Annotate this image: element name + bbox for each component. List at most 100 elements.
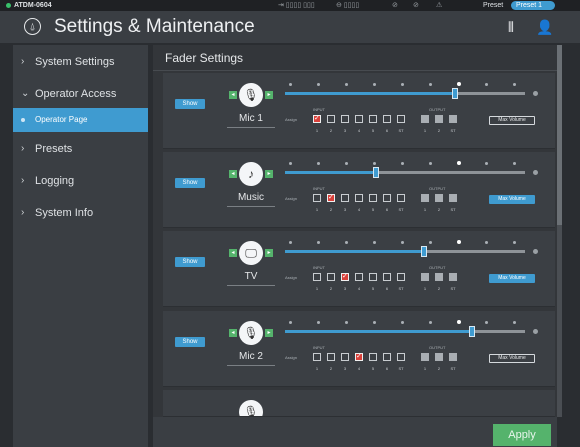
- prev-icon-arrow[interactable]: ◂: [229, 329, 237, 337]
- input-label: INPUT: [313, 186, 325, 191]
- input-assign-checkbox[interactable]: [369, 115, 377, 123]
- fader-track[interactable]: [285, 326, 525, 337]
- scale-dot: [317, 241, 320, 244]
- scale-dot: [373, 241, 376, 244]
- chevron-down-icon: ⌄: [21, 88, 30, 99]
- input-assign-checkbox[interactable]: [341, 115, 349, 123]
- next-icon-arrow[interactable]: ▸: [265, 170, 273, 178]
- input-number: 4: [357, 366, 361, 371]
- assign-label: Assign: [285, 275, 298, 280]
- fader-knob[interactable]: [452, 88, 458, 99]
- input-assign-checkbox[interactable]: [313, 273, 321, 281]
- fader-knob[interactable]: [373, 167, 379, 178]
- output-number: ST: [450, 207, 456, 212]
- input-number: 2: [329, 207, 333, 212]
- prev-icon-arrow[interactable]: ◂: [229, 91, 237, 99]
- scrollbar[interactable]: [557, 45, 562, 417]
- input-number: 4: [357, 207, 361, 212]
- output-assign-box: [421, 194, 429, 202]
- input-number: 1: [315, 128, 319, 133]
- fader-knob[interactable]: [469, 326, 475, 337]
- input-assign-checkbox[interactable]: [397, 273, 405, 281]
- input-assign-checkbox[interactable]: [355, 194, 363, 202]
- input-assign-checkbox[interactable]: [397, 115, 405, 123]
- input-assign-checkbox[interactable]: [369, 353, 377, 361]
- fader-fill: [285, 330, 472, 333]
- input-label: INPUT: [313, 107, 325, 112]
- scale-dot: [429, 162, 432, 165]
- input-assign-checkbox[interactable]: [313, 353, 321, 361]
- sidebar-item-operator-page[interactable]: Operator Page: [13, 108, 148, 132]
- sidebar-item-operator-access[interactable]: ⌄ Operator Access: [13, 82, 148, 106]
- microphone-icon: 🎙: [239, 83, 263, 107]
- preset-label: Preset: [483, 2, 504, 9]
- fader-track[interactable]: [285, 167, 525, 178]
- prev-icon-arrow[interactable]: ◂: [229, 249, 237, 257]
- warning-icon: ⚠: [436, 2, 443, 9]
- max-volume-button[interactable]: Max Volume: [489, 116, 535, 125]
- input-number: 2: [329, 128, 333, 133]
- next-icon-arrow[interactable]: ▸: [265, 91, 273, 99]
- input-assign-checkbox[interactable]: [341, 194, 349, 202]
- show-button[interactable]: Show: [175, 337, 205, 347]
- max-volume-button[interactable]: Max Volume: [489, 195, 535, 204]
- fader-knob[interactable]: [421, 246, 427, 257]
- next-icon-arrow[interactable]: ▸: [265, 249, 273, 257]
- sidebar-item-presets[interactable]: › Presets: [13, 137, 148, 161]
- mixer-icon[interactable]: ⫴: [508, 19, 514, 36]
- input-assign-checkbox[interactable]: [369, 273, 377, 281]
- max-volume-button[interactable]: Max Volume: [489, 354, 535, 363]
- sidebar-item-system-info[interactable]: › System Info: [13, 201, 148, 225]
- input-number: ST: [398, 366, 404, 371]
- input-assign-checkbox[interactable]: [355, 352, 363, 361]
- output-number: ST: [450, 286, 456, 291]
- apply-button[interactable]: Apply: [493, 424, 551, 446]
- output-number: 1: [423, 207, 427, 212]
- input-assign-checkbox[interactable]: [341, 353, 349, 361]
- input-assign-checkbox[interactable]: [355, 273, 363, 281]
- input-assign-checkbox[interactable]: [355, 115, 363, 123]
- scale-dot: [457, 82, 461, 86]
- user-icon[interactable]: 👤: [536, 19, 553, 36]
- input-assign-checkbox[interactable]: [383, 194, 391, 202]
- input-assign-checkbox[interactable]: [397, 353, 405, 361]
- show-button[interactable]: Show: [175, 99, 205, 109]
- next-icon-arrow[interactable]: ▸: [265, 329, 273, 337]
- output-assign-box: [435, 353, 443, 361]
- chevron-right-icon: ›: [21, 143, 25, 154]
- input-assign-checkbox[interactable]: [327, 193, 335, 202]
- chevron-right-icon: ›: [21, 175, 25, 186]
- preset-selector[interactable]: Preset 1: [511, 1, 555, 10]
- sidebar-item-logging[interactable]: › Logging: [13, 169, 148, 193]
- input-number: 1: [315, 207, 319, 212]
- show-button[interactable]: Show: [175, 257, 205, 267]
- scale-dot: [401, 321, 404, 324]
- input-assign-checkbox[interactable]: [327, 353, 335, 361]
- input-assign-checkbox[interactable]: [397, 194, 405, 202]
- input-assign-checkbox[interactable]: [313, 194, 321, 202]
- channel-strip: Show ◂ ▸🎙 Mic 1 INPUT OUTPUT Assign 1 2 3 4 5 6 ST 1 2 S…: [163, 73, 555, 149]
- fader-fill: [285, 171, 376, 174]
- input-assign-checkbox[interactable]: [341, 272, 349, 281]
- sidebar-item-system-settings[interactable]: › System Settings: [13, 50, 148, 74]
- input-assign-checkbox[interactable]: [369, 194, 377, 202]
- channel-name: TV: [244, 271, 258, 282]
- prev-icon-arrow[interactable]: ◂: [229, 170, 237, 178]
- fader-track[interactable]: [285, 246, 525, 257]
- input-assign-checkbox[interactable]: [383, 273, 391, 281]
- input-assign-checkbox[interactable]: [327, 115, 335, 123]
- fader-track[interactable]: [285, 88, 525, 99]
- input-assign-checkbox[interactable]: [327, 273, 335, 281]
- scale-dot: [289, 83, 292, 86]
- show-button[interactable]: Show: [175, 178, 205, 188]
- input-number: 2: [329, 286, 333, 291]
- scrollbar-thumb[interactable]: [557, 45, 562, 225]
- max-volume-button[interactable]: Max Volume: [489, 274, 535, 283]
- input-assign-checkbox[interactable]: [383, 115, 391, 123]
- sidebar-item-label: System Settings: [35, 56, 115, 68]
- divider: [227, 365, 275, 366]
- scale-dot: [289, 162, 292, 165]
- input-assign-checkbox[interactable]: [383, 353, 391, 361]
- input-assign-checkbox[interactable]: [313, 114, 321, 123]
- scale-dot: [317, 83, 320, 86]
